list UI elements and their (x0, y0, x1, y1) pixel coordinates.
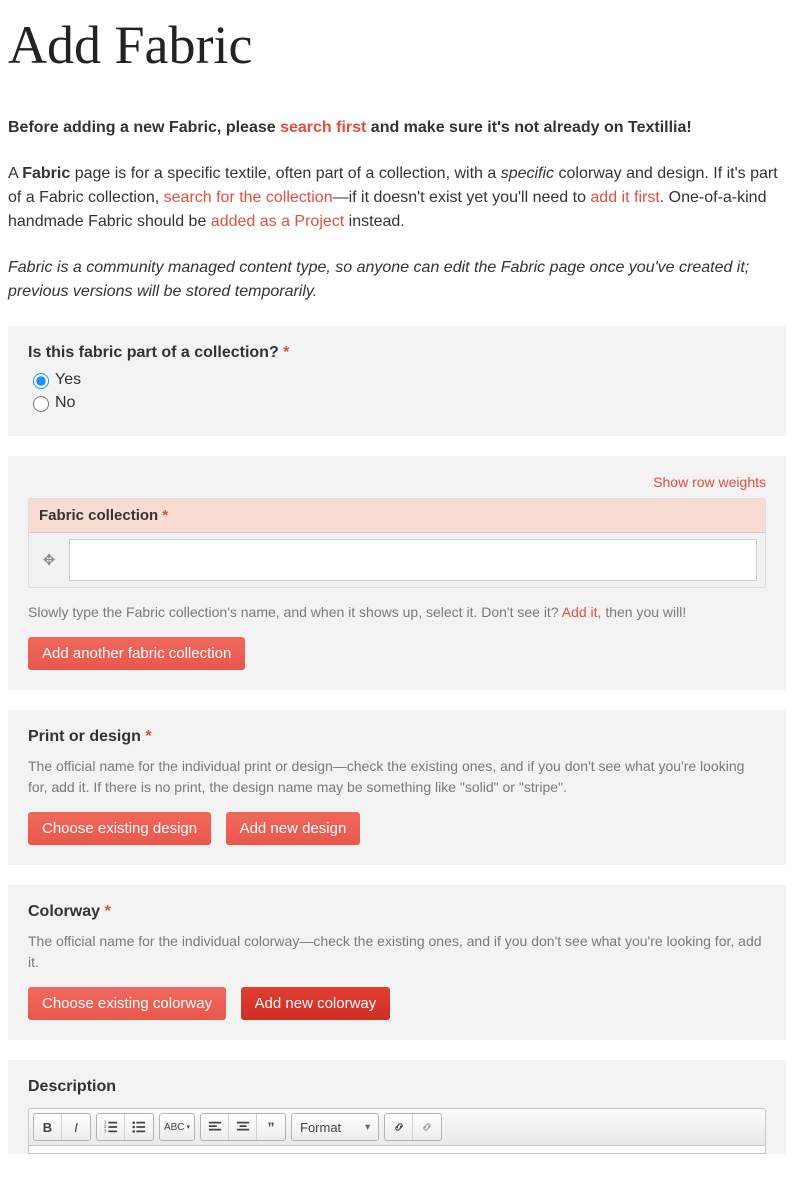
unlink-icon[interactable] (413, 1114, 441, 1140)
intro-p2-t6: instead. (344, 213, 404, 230)
toolbar-group-link (384, 1113, 442, 1141)
show-row-weights-wrap: Show row weights (28, 474, 766, 490)
fabric-collection-row: ✥ (29, 533, 765, 587)
intro-p3: Fabric is a community managed content ty… (8, 256, 786, 304)
intro-block: Before adding a new Fabric, please searc… (8, 116, 786, 304)
format-dropdown[interactable]: Format ▾ (291, 1113, 379, 1141)
fabric-collection-panel: Show row weights Fabric collection * ✥ S… (8, 456, 786, 690)
radio-no-row[interactable]: No (28, 393, 766, 412)
toolbar-group-lists: 123 (96, 1113, 154, 1141)
link-icon[interactable] (385, 1114, 413, 1140)
bold-icon[interactable]: B (34, 1114, 62, 1140)
add-new-colorway-button[interactable]: Add new colorway (241, 987, 391, 1020)
fabric-collection-input-wrap (69, 539, 757, 581)
intro-p2-italic1: specific (501, 165, 554, 182)
fabric-collection-table: Fabric collection * ✥ (28, 498, 766, 588)
intro-p2-t2: page is for a specific textile, often pa… (70, 165, 500, 182)
add-as-project-link[interactable]: added as a Project (211, 213, 344, 230)
fabric-collection-help-before: Slowly type the Fabric collection's name… (28, 604, 562, 620)
intro-p1-after: and make sure it's not already on Textil… (366, 119, 691, 136)
radio-yes-label: Yes (55, 371, 81, 389)
colorway-label: Colorway * (28, 903, 766, 921)
add-new-design-button[interactable]: Add new design (226, 812, 361, 845)
collection-question-text: Is this fabric part of a collection? (28, 344, 279, 361)
fabric-collection-header: Fabric collection * (29, 499, 765, 533)
radio-no-label: No (55, 394, 75, 412)
fabric-collection-help-after: , then you will! (598, 604, 687, 620)
intro-p2: A Fabric page is for a specific textile,… (8, 162, 786, 234)
fabric-collection-header-text: Fabric collection (39, 507, 158, 524)
colorway-label-text: Colorway (28, 903, 100, 920)
required-marker: * (104, 903, 110, 920)
ordered-list-icon[interactable]: 123 (97, 1114, 125, 1140)
collection-question-label: Is this fabric part of a collection? * (28, 344, 766, 362)
blockquote-icon[interactable]: ” (257, 1114, 285, 1140)
collection-question-panel: Is this fabric part of a collection? * Y… (8, 326, 786, 436)
required-marker: * (162, 507, 168, 524)
required-marker: * (145, 728, 151, 745)
description-label: Description (28, 1078, 766, 1096)
toolbar-group-spellcheck: ABC▾ (159, 1113, 195, 1141)
intro-p1: Before adding a new Fabric, please searc… (8, 116, 786, 140)
print-design-panel: Print or design * The official name for … (8, 710, 786, 865)
add-another-collection-button[interactable]: Add another fabric collection (28, 637, 245, 670)
search-collection-link[interactable]: search for the collection (164, 189, 333, 206)
intro-p1-before: Before adding a new Fabric, please (8, 119, 280, 136)
radio-yes-row[interactable]: Yes (28, 370, 766, 389)
align-center-icon[interactable] (229, 1114, 257, 1140)
print-design-label: Print or design * (28, 728, 766, 746)
radio-no[interactable] (33, 396, 49, 412)
chevron-down-icon: ▾ (365, 1122, 370, 1133)
align-left-icon[interactable] (201, 1114, 229, 1140)
colorway-panel: Colorway * The official name for the ind… (8, 885, 786, 1040)
colorway-help: The official name for the individual col… (28, 931, 766, 973)
print-design-help: The official name for the individual pri… (28, 756, 766, 798)
spellcheck-icon[interactable]: ABC▾ (160, 1114, 194, 1140)
choose-existing-colorway-button[interactable]: Choose existing colorway (28, 987, 226, 1020)
svg-text:3: 3 (104, 1128, 107, 1133)
fabric-collection-help: Slowly type the Fabric collection's name… (28, 602, 766, 623)
intro-p2-t4: —if it doesn't exist yet you'll need to (333, 189, 591, 206)
toolbar-group-textstyle: B I (33, 1113, 91, 1141)
radio-yes[interactable] (33, 373, 49, 389)
fabric-collection-input[interactable] (69, 539, 757, 581)
toolbar-group-align: ” (200, 1113, 286, 1141)
required-marker: * (283, 344, 289, 361)
page-title: Add Fabric (8, 14, 786, 76)
drag-handle-icon[interactable]: ✥ (29, 551, 69, 569)
intro-p2-bold1: Fabric (22, 165, 70, 182)
add-it-link[interactable]: Add it (562, 604, 598, 620)
add-first-link[interactable]: add it first (590, 189, 659, 206)
show-row-weights-link[interactable]: Show row weights (653, 474, 766, 490)
print-design-label-text: Print or design (28, 728, 141, 745)
editor-toolbar: B I 123 ABC▾ ” Format ▾ (28, 1108, 766, 1146)
italic-icon[interactable]: I (62, 1114, 90, 1140)
description-panel: Description B I 123 ABC▾ ” (8, 1060, 786, 1154)
search-first-link[interactable]: search first (280, 119, 366, 136)
choose-existing-design-button[interactable]: Choose existing design (28, 812, 211, 845)
unordered-list-icon[interactable] (125, 1114, 153, 1140)
intro-p2-t1: A (8, 165, 22, 182)
editor-body[interactable] (28, 1146, 766, 1154)
format-dropdown-label: Format (300, 1120, 341, 1135)
